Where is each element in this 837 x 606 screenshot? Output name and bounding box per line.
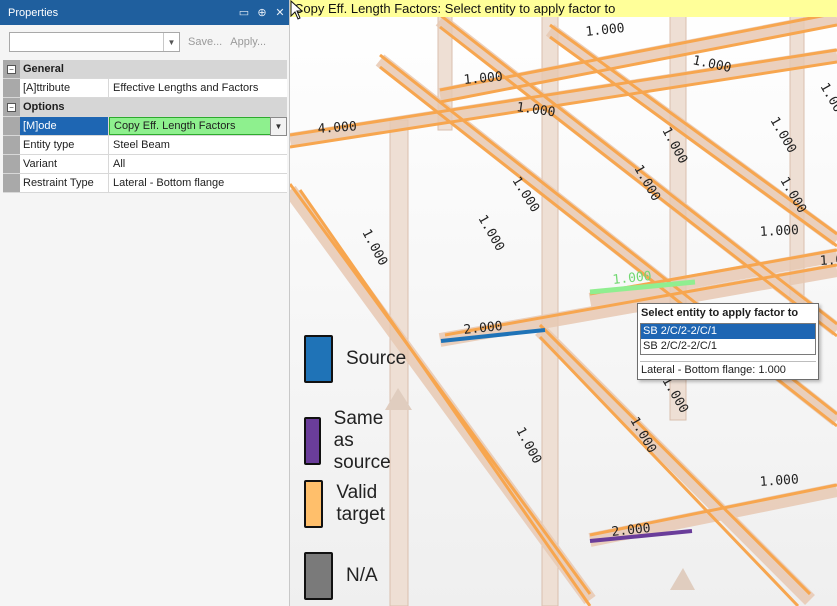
apply-button[interactable]: Apply... — [230, 36, 266, 48]
popup-footer: Lateral - Bottom flange: 1.000 — [640, 361, 816, 376]
mode-value: Copy Eff. Length Factors — [114, 120, 236, 132]
close-icon[interactable]: ✕ — [271, 3, 289, 23]
mode-select[interactable]: Copy Eff. Length Factors ▼ — [109, 117, 287, 136]
collapse-icon[interactable]: − — [7, 64, 16, 74]
property-key: [A]ttribute — [20, 79, 109, 97]
property-row-entity-type[interactable]: Entity type Steel Beam — [3, 136, 287, 155]
swatch-same-as-source — [304, 417, 321, 465]
property-row-attribute[interactable]: [A]ttribute Effective Lengths and Factor… — [3, 79, 287, 98]
property-value[interactable]: Effective Lengths and Factors — [109, 79, 287, 97]
command-prompt: Copy Eff. Length Factors: Select entity … — [290, 0, 837, 17]
property-row-restraint-type[interactable]: Restraint Type Lateral - Bottom flange — [3, 174, 287, 193]
factor-label: 1.000 — [585, 21, 625, 40]
category-general[interactable]: − General — [3, 60, 287, 79]
chevron-down-icon[interactable]: ▼ — [163, 33, 179, 51]
property-key: Entity type — [20, 136, 109, 154]
entity-option[interactable]: SB 2/C/2-2/C/1 — [641, 324, 815, 339]
swatch-na — [304, 552, 333, 600]
collapse-icon[interactable]: − — [7, 102, 16, 112]
pin-icon[interactable]: ⊕ — [253, 3, 271, 23]
factor-label: 1.000 — [759, 472, 799, 490]
category-options[interactable]: − Options — [3, 98, 287, 117]
property-key: Variant — [20, 155, 109, 173]
factor-label: 1.000 — [759, 223, 799, 240]
legend-item-na: N/A — [304, 552, 378, 600]
legend-item-valid-target: Valid target — [304, 480, 395, 528]
property-grid: − General [A]ttribute Effective Lengths … — [3, 60, 287, 193]
factor-label: 1.000 — [358, 227, 390, 269]
property-value[interactable]: All — [109, 155, 287, 173]
properties-titlebar: Properties ▭ ⊕ ✕ — [0, 0, 289, 25]
factor-label: 1.000 — [817, 81, 837, 122]
factor-label: 1.000 — [475, 213, 508, 254]
property-value[interactable]: Steel Beam — [109, 136, 287, 154]
legend-label: Same as source — [333, 408, 391, 473]
mouse-cursor-icon — [290, 0, 304, 20]
property-key: Restraint Type — [20, 174, 109, 192]
column[interactable] — [541, 0, 559, 606]
save-button[interactable]: Save... — [188, 36, 222, 48]
popup-title: Select entity to apply factor to — [641, 307, 799, 319]
properties-toolbar: ▼ Save... Apply... — [0, 25, 289, 59]
legend-item-source: Source — [304, 335, 406, 383]
category-label: Options — [20, 98, 287, 116]
column-base — [670, 568, 695, 590]
legend-label: Source — [346, 348, 407, 369]
category-label: General — [20, 60, 287, 78]
properties-panel: Properties ▭ ⊕ ✕ ▼ Save... Apply... − Ge… — [0, 0, 290, 606]
entity-list: SB 2/C/2-2/C/1 SB 2/C/2-2/C/1 — [640, 323, 816, 355]
property-row-mode[interactable]: [M]ode Copy Eff. Length Factors ▼ — [3, 117, 287, 136]
property-key: [M]ode — [20, 117, 109, 135]
model-viewport[interactable]: Copy Eff. Length Factors: Select entity … — [290, 0, 837, 606]
chevron-down-icon[interactable]: ▼ — [270, 117, 287, 136]
window-position-icon[interactable]: ▭ — [235, 3, 253, 23]
factor-label: 1.000 — [512, 425, 544, 467]
property-row-variant[interactable]: Variant All — [3, 155, 287, 174]
swatch-source — [304, 335, 333, 383]
panel-title: Properties — [8, 6, 59, 19]
preset-select[interactable]: ▼ — [9, 32, 180, 52]
entity-select-popup: Select entity to apply factor to SB 2/C/… — [637, 303, 819, 380]
entity-option[interactable]: SB 2/C/2-2/C/1 — [641, 339, 815, 354]
legend-label: Valid target — [336, 482, 385, 525]
legend-label: N/A — [346, 565, 378, 586]
factor-label: 1.000 — [819, 252, 837, 269]
legend-item-same-as-source: Same as source — [304, 408, 403, 474]
property-value[interactable]: Lateral - Bottom flange — [109, 174, 287, 192]
swatch-valid-target — [304, 480, 324, 528]
factor-label: 4.000 — [317, 119, 357, 137]
